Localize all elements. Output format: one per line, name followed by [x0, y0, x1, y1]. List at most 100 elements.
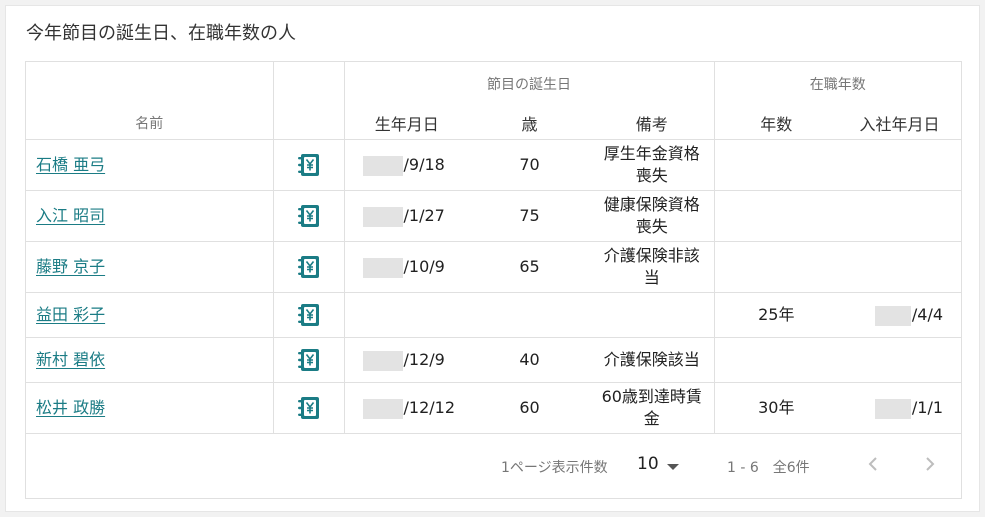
birthdate-cell: /12/12: [343, 382, 469, 434]
ledger-yen-icon: [297, 154, 319, 176]
note-line: 健康保険資格: [603, 195, 700, 214]
birthdate-value: /10/9: [403, 257, 445, 276]
note-cell: 60歳到達時賃金: [590, 382, 715, 434]
birthdate-cell: [343, 292, 469, 338]
col-header-note: 備考: [590, 106, 715, 140]
hire-date-cell: /1/1: [838, 382, 962, 434]
per-page-label: 1ページ表示件数: [501, 460, 608, 476]
birthdate-cell: /10/9: [343, 241, 469, 293]
ledger-button[interactable]: [272, 292, 344, 338]
col-header-hire-date: 入社年月日: [838, 106, 962, 140]
table-row: 新村 碧依/12/9 40 介護保険該当: [26, 337, 962, 383]
pagination-bar: 1ページ表示件数 10 1 - 6 全6件: [26, 436, 961, 498]
age-cell: [469, 292, 590, 338]
years-cell: [713, 241, 839, 293]
name-cell: 益田 彩子: [26, 292, 273, 338]
note-cell: 介護保険該当: [590, 337, 715, 383]
years-cell: 30年: [713, 382, 839, 434]
note-line: 60歳到達時賃: [601, 387, 702, 406]
hire-date-value: /1/1: [911, 398, 944, 417]
ledger-button[interactable]: [272, 382, 344, 434]
hire-date-cell: [838, 337, 962, 383]
ledger-yen-icon: [297, 304, 319, 326]
name-cell: 藤野 京子: [26, 241, 273, 293]
birthdate-cell: /1/27: [343, 190, 469, 242]
masked-year: [874, 305, 911, 326]
birthdate-value: /12/9: [403, 350, 445, 369]
employee-name-link[interactable]: 藤野 京子: [36, 257, 105, 276]
age-cell: 75: [469, 190, 590, 242]
ledger-button[interactable]: [272, 241, 344, 293]
masked-year: [362, 398, 403, 419]
ledger-yen-icon: [297, 349, 319, 371]
col-header-name: 名前: [26, 62, 273, 140]
birthdate-value: /12/12: [403, 398, 456, 417]
table-row: 石橋 亜弓/9/18 70 厚生年金資格 喪失: [26, 139, 962, 191]
ledger-yen-icon: [297, 256, 319, 278]
employee-table: 名前 節目の誕生日 在職年数 生年月日 歳 備考 年数 入社年月日 石橋 亜弓 /…: [25, 61, 962, 499]
name-cell: 入江 昭司: [26, 190, 273, 242]
birthdate-value: /1/27: [403, 206, 445, 225]
per-page-select[interactable]: 10: [637, 454, 659, 474]
masked-year: [362, 206, 403, 227]
caret-down-icon[interactable]: [667, 464, 679, 470]
group-header-milestone-birthday: 節目の誕生日: [343, 62, 715, 106]
note-cell: 介護保険非該当: [590, 241, 715, 293]
birthdate-cell: /12/9: [343, 337, 469, 383]
note-line: 喪失: [635, 166, 668, 185]
ledger-button[interactable]: [272, 139, 344, 191]
table-body: 石橋 亜弓/9/18 70 厚生年金資格 喪失 入江 昭司/1/27 75 健康保険資格 喪失…: [26, 139, 962, 434]
age-cell: 70: [469, 139, 590, 191]
hire-date-cell: /4/4: [838, 292, 962, 338]
group-header-years-of-service: 在職年数: [713, 62, 962, 106]
note-line: 介護保険該当: [603, 350, 700, 369]
chevron-right-icon[interactable]: [918, 452, 942, 476]
card-title: 今年節目の誕生日、在職年数の人: [26, 23, 296, 44]
employee-name-link[interactable]: 石橋 亜弓: [36, 155, 105, 174]
years-cell: 25年: [713, 292, 839, 338]
years-cell: [713, 190, 839, 242]
employee-name-link[interactable]: 入江 昭司: [36, 206, 105, 225]
col-header-icon: [272, 62, 344, 140]
note-cell: 健康保険資格 喪失: [590, 190, 715, 242]
hire-date-cell: [838, 241, 962, 293]
years-cell: [713, 337, 839, 383]
masked-year: [362, 257, 403, 278]
ledger-yen-icon: [297, 397, 319, 419]
table-row: 入江 昭司/1/27 75 健康保険資格 喪失: [26, 190, 962, 242]
note-line: 喪失: [635, 217, 668, 236]
age-cell: 60: [469, 382, 590, 434]
note-cell: 厚生年金資格 喪失: [590, 139, 715, 191]
col-header-age: 歳: [469, 106, 590, 140]
table-row: 益田 彩子 25年/4/4: [26, 292, 962, 338]
table-row: 松井 政勝/12/12 60 60歳到達時賃金 30年/1/1: [26, 382, 962, 434]
note-line: 介護保険非該: [603, 246, 700, 265]
note-line: 金: [643, 409, 660, 428]
employee-name-link[interactable]: 益田 彩子: [36, 305, 105, 324]
name-cell: 石橋 亜弓: [26, 139, 273, 191]
col-header-birthdate: 生年月日: [343, 106, 469, 140]
hire-date-cell: [838, 190, 962, 242]
ledger-button[interactable]: [272, 337, 344, 383]
page-range: 1 - 6 全6件: [727, 460, 810, 476]
table-row: 藤野 京子/10/9 65 介護保険非該当: [26, 241, 962, 293]
milestone-card: 今年節目の誕生日、在職年数の人 名前 節目の誕生日 在職年数 生年月日 歳 備考…: [5, 5, 980, 512]
chevron-left-icon[interactable]: [861, 452, 885, 476]
name-cell: 松井 政勝: [26, 382, 273, 434]
employee-name-link[interactable]: 新村 碧依: [36, 350, 105, 369]
age-cell: 65: [469, 241, 590, 293]
note-line: 当: [643, 268, 660, 287]
masked-year: [362, 350, 403, 371]
birthdate-value: /9/18: [403, 155, 445, 174]
name-cell: 新村 碧依: [26, 337, 273, 383]
age-cell: 40: [469, 337, 590, 383]
employee-name-link[interactable]: 松井 政勝: [36, 398, 105, 417]
note-line: 厚生年金資格: [603, 144, 700, 163]
birthdate-cell: /9/18: [343, 139, 469, 191]
note-cell: [590, 292, 715, 338]
years-cell: [713, 139, 839, 191]
ledger-button[interactable]: [272, 190, 344, 242]
ledger-yen-icon: [297, 205, 319, 227]
hire-date-value: /4/4: [911, 305, 944, 324]
hire-date-cell: [838, 139, 962, 191]
